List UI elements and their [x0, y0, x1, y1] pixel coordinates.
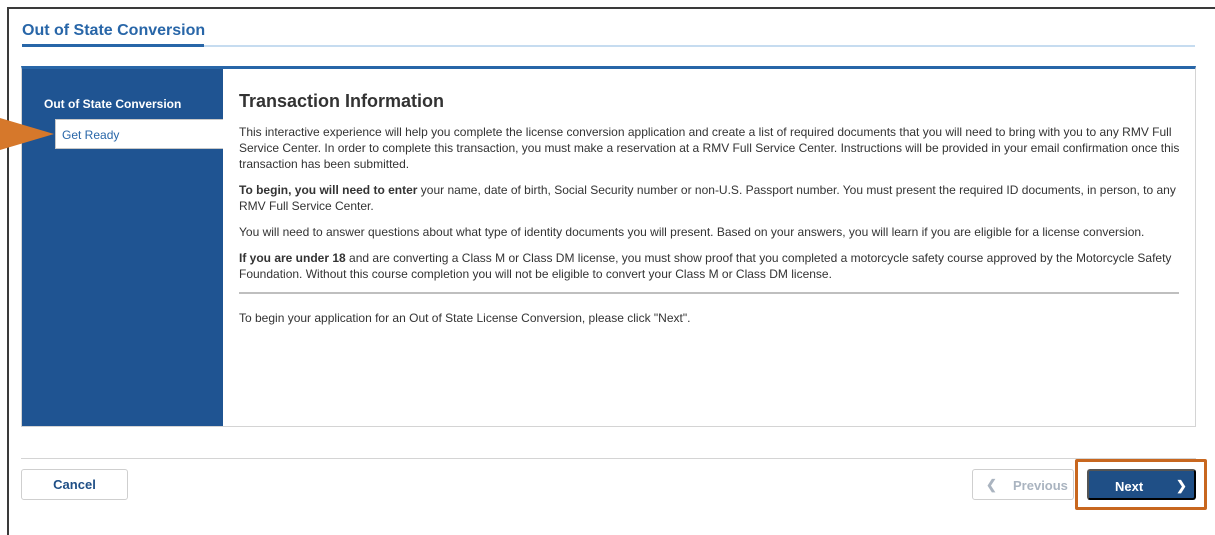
window-frame-left — [7, 7, 9, 535]
window-frame-top — [7, 7, 1215, 9]
arrow-right-pointer-icon — [0, 118, 54, 150]
previous-label: Previous — [1013, 478, 1068, 493]
intro-paragraph: This interactive experience will help yo… — [239, 125, 1180, 171]
sidebar-item-label: Get Ready — [62, 128, 120, 142]
under-18-paragraph: If you are under 18 and are converting a… — [239, 250, 1183, 282]
sidebar-item-get-ready[interactable]: Get Ready — [55, 119, 223, 149]
questions-paragraph: You will need to answer questions about … — [239, 225, 1145, 239]
previous-button[interactable]: ❮ Previous — [972, 469, 1074, 500]
title-underline-accent — [22, 44, 204, 47]
begin-paragraph: To begin, you will need to enter your na… — [239, 182, 1183, 214]
main-panel: Out of State Conversion Get Ready Transa… — [21, 66, 1196, 427]
chevron-left-icon: ❮ — [986, 477, 997, 492]
next-label: Next — [1115, 479, 1144, 494]
page-title: Out of State Conversion — [22, 22, 206, 39]
cancel-button[interactable]: Cancel — [21, 469, 128, 500]
under-18-bold-text: If you are under 18 — [239, 251, 346, 265]
chevron-right-icon: ❯ — [1176, 478, 1187, 493]
begin-bold-text: To begin, you will need to enter — [239, 183, 418, 197]
next-instruction: To begin your application for an Out of … — [239, 311, 691, 325]
footer-divider — [21, 458, 1196, 459]
content-divider — [239, 292, 1179, 294]
under-18-text: and are converting a Class M or Class DM… — [239, 251, 1172, 281]
content-area: Transaction Information This interactive… — [239, 91, 1183, 336]
sidebar-heading: Out of State Conversion — [44, 97, 182, 111]
next-button[interactable]: Next ❯ — [1087, 469, 1196, 500]
content-title: Transaction Information — [239, 91, 445, 111]
